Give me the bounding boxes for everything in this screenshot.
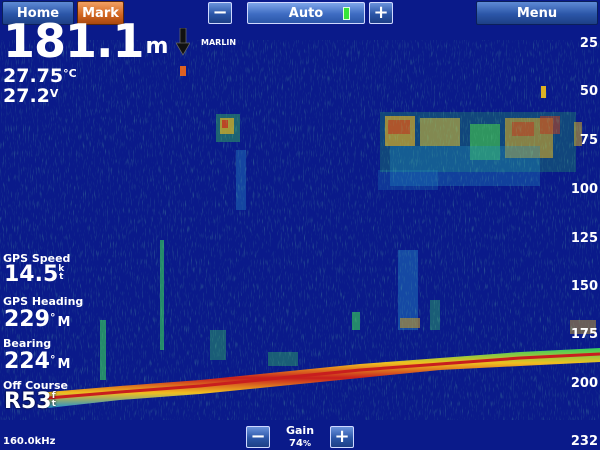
depth-scale-tick: 150: [570, 279, 598, 294]
voltage-readout: 27.2V: [3, 84, 58, 106]
depth-scale-tick: 75: [579, 133, 598, 148]
off-course-readout: R53f t: [4, 391, 56, 413]
bearing-readout: 224° M: [4, 349, 71, 374]
gps-speed-value: 14.5: [4, 262, 59, 287]
depth-scale-tick: 100: [570, 182, 598, 197]
gain-unit: %: [302, 439, 311, 448]
waypoint-label: MARLIN: [201, 38, 237, 47]
gps-heading-readout: 229° M: [4, 307, 71, 332]
auto-indicator-icon: [343, 7, 350, 20]
gain-plus-button[interactable]: +: [330, 426, 354, 448]
range-plus-button[interactable]: +: [369, 2, 393, 24]
gps-speed-unit: kt: [58, 264, 65, 282]
depth-scale-tick: 25: [579, 36, 598, 51]
gain-label: Gain: [285, 424, 315, 437]
off-course-unit: ft: [51, 391, 56, 409]
bearing-value: 224: [4, 349, 50, 374]
range-mode-label: Auto: [288, 5, 324, 21]
depth-scale-tick: 175: [570, 327, 598, 342]
depth-value: 181.1: [3, 14, 145, 68]
depth-scale-tick: 50: [579, 84, 598, 99]
gain-value: 74: [289, 438, 303, 449]
depth-scale-tick: 125: [570, 231, 598, 246]
gain-readout: 74%: [276, 438, 324, 449]
menu-button[interactable]: Menu: [476, 1, 598, 25]
range-minus-button[interactable]: −: [208, 2, 232, 24]
waypoint-arrow-icon[interactable]: [176, 28, 190, 56]
range-mode-button[interactable]: Auto: [247, 2, 365, 24]
gps-speed-readout: 14.5k t: [4, 264, 64, 286]
gps-heading-value: 229: [4, 307, 50, 332]
voltage-unit: V: [49, 87, 59, 100]
temperature-readout: 27.75°C: [3, 64, 77, 86]
bearing-ref: M: [57, 357, 71, 372]
depth-readout: 181.1m: [3, 18, 169, 70]
frequency-readout: 160.0kHz: [3, 436, 56, 447]
gain-minus-button[interactable]: −: [246, 426, 270, 448]
depth-scale-tick: 200: [570, 376, 598, 391]
depth-unit: m: [145, 34, 169, 59]
temperature-unit: °C: [63, 67, 77, 80]
gps-heading-ref: M: [57, 315, 71, 330]
voltage-value: 27.2: [3, 85, 50, 107]
depth-scale-tick: 232: [570, 434, 598, 449]
off-course-value: R53: [4, 389, 52, 414]
